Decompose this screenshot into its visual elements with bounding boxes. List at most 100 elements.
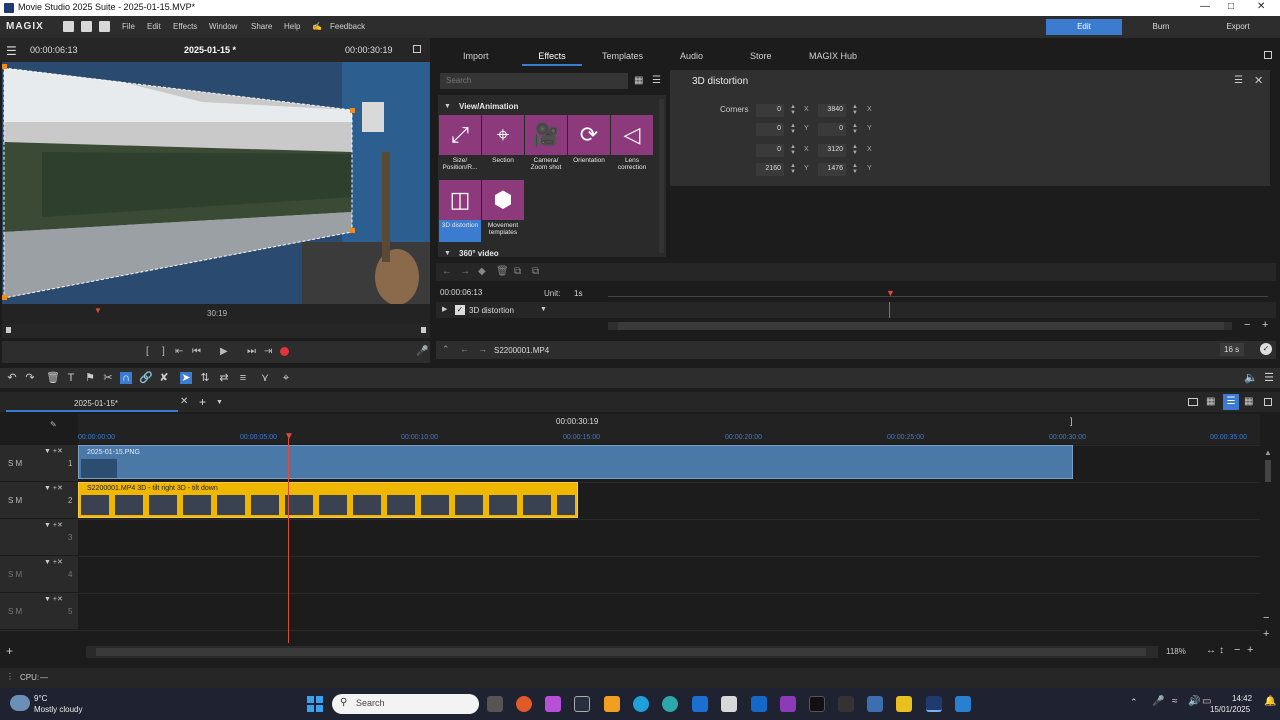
list-view-icon[interactable]: ☰: [652, 75, 661, 86]
effect-tile-3d-distortion[interactable]: ◫ 3D distortion: [439, 180, 481, 242]
undo-icon[interactable]: ↶: [6, 372, 18, 384]
mode-export-button[interactable]: Export: [1200, 19, 1276, 35]
tray-chevron-icon[interactable]: ⌃: [1130, 697, 1138, 708]
track-menu-icon[interactable]: ▼ +✕: [44, 595, 63, 603]
track-zoom-out-icon[interactable]: −: [1263, 612, 1269, 624]
save-icon[interactable]: [99, 21, 110, 32]
zoom-in-icon[interactable]: +: [1262, 319, 1268, 331]
scroll-thumb[interactable]: [618, 322, 1224, 330]
tab-templates[interactable]: Templates: [602, 51, 643, 61]
fullscreen-icon[interactable]: [413, 45, 421, 53]
spin-icon[interactable]: ▲ ▼: [852, 123, 860, 136]
category-label-360[interactable]: 360° video: [459, 249, 499, 258]
magnet-icon[interactable]: ∩: [120, 372, 132, 384]
effects-scrollbar[interactable]: [659, 99, 664, 253]
scroll-thumb[interactable]: [96, 648, 1146, 656]
spin-icon[interactable]: ▲ ▼: [790, 144, 798, 157]
effect-tile-section[interactable]: ⌖ Section: [482, 115, 524, 177]
expand-icon[interactable]: ▶: [442, 305, 447, 313]
unlink-icon[interactable]: ✘: [158, 372, 170, 384]
scroll-end-handle[interactable]: [421, 327, 426, 333]
effect-tile-camera-zoom[interactable]: 🎥 Camera/ Zoom shot: [525, 115, 567, 177]
fit-zoom-icon[interactable]: ↔: [1206, 645, 1216, 656]
spin-icon[interactable]: ▲ ▼: [852, 144, 860, 157]
solo-mute-labels[interactable]: S M: [8, 570, 22, 579]
tab-import[interactable]: Import: [463, 51, 489, 61]
pointer-icon[interactable]: ➤: [180, 372, 192, 384]
track-zoom-in-icon[interactable]: +: [1263, 628, 1269, 640]
effect-tile-size-position[interactable]: ⤢ Size/ Position/R...: [439, 115, 481, 177]
tab-audio[interactable]: Audio: [680, 51, 703, 61]
track-menu-icon[interactable]: ▼ +✕: [44, 521, 63, 529]
menu-effects[interactable]: Effects: [173, 22, 197, 31]
taskbar-search-input[interactable]: Search: [332, 694, 479, 714]
trim-icon[interactable]: ≡: [237, 372, 249, 384]
go-end-icon[interactable]: ⇥: [264, 346, 272, 357]
task-view-icon[interactable]: [487, 696, 503, 712]
prev-marker-icon[interactable]: ⏮: [192, 346, 201, 357]
dropdown-icon[interactable]: ▼: [540, 306, 547, 313]
effects-search-input[interactable]: Search: [440, 73, 628, 89]
spin-icon[interactable]: ▲ ▼: [852, 163, 860, 176]
menu-file[interactable]: File: [122, 22, 135, 31]
play-icon[interactable]: ▶: [220, 346, 228, 357]
tab-dropdown-icon[interactable]: ▼: [216, 399, 223, 406]
corner-1-y-field[interactable]: 0: [756, 123, 784, 136]
corner-3-y-field[interactable]: 2160: [756, 163, 784, 176]
feedback-icon[interactable]: ✍: [312, 22, 322, 31]
track-header-5[interactable]: S M ▼ +✕ 5: [0, 593, 78, 629]
notification-icon[interactable]: 🔔: [1264, 696, 1276, 707]
mark-out-button[interactable]: ]: [162, 346, 165, 357]
playhead-marker-icon[interactable]: ▼: [94, 306, 102, 315]
effect-tile-orientation[interactable]: ⟳ Orientation: [568, 115, 610, 177]
clock-date[interactable]: 15/01/2025: [1210, 705, 1250, 714]
preview-scrollbar[interactable]: [2, 324, 430, 338]
vertical-scrollbar[interactable]: [1265, 460, 1271, 482]
scroll-start-handle[interactable]: [6, 327, 11, 333]
timeline-maximize-icon[interactable]: [1264, 398, 1272, 406]
mail-icon[interactable]: [751, 696, 767, 712]
paste-keyframe-icon[interactable]: ⧉: [532, 266, 539, 277]
mixer-icon[interactable]: ☰: [1263, 372, 1275, 384]
wifi-icon[interactable]: ≈: [1172, 696, 1178, 707]
hamburger-icon[interactable]: ☰: [6, 44, 17, 58]
solo-mute-labels[interactable]: S M: [8, 459, 22, 468]
timeline-zoom-out-icon[interactable]: −: [1234, 644, 1240, 656]
keyframe-scrollbar[interactable]: [608, 320, 1232, 332]
corner-2-y-field[interactable]: 0: [818, 123, 846, 136]
zoom-tool-icon[interactable]: ✎: [50, 420, 57, 429]
mark-in-button[interactable]: [: [146, 346, 149, 357]
close-icon[interactable]: ✕: [1257, 1, 1265, 12]
solo-mute-labels[interactable]: S M: [8, 607, 22, 616]
next-marker-icon[interactable]: ⏭: [247, 346, 256, 357]
category-label[interactable]: View/Animation: [459, 102, 518, 111]
corner-3-x-field[interactable]: 0: [756, 144, 784, 157]
keyframe-ruler[interactable]: [608, 296, 1268, 297]
track-menu-icon[interactable]: ▼ +✕: [44, 447, 63, 455]
spin-icon[interactable]: ▲ ▼: [790, 123, 798, 136]
scene-overview-icon[interactable]: ▦: [1206, 396, 1215, 407]
menu-edit[interactable]: Edit: [147, 22, 161, 31]
menu-share[interactable]: Share: [251, 22, 272, 31]
weather-temp[interactable]: 9°C: [34, 694, 47, 703]
keyframe-playhead-icon[interactable]: ▼: [886, 288, 895, 298]
outlook-icon[interactable]: [692, 696, 708, 712]
record-icon[interactable]: [280, 347, 289, 356]
corner-2-x-field[interactable]: 3840: [818, 104, 846, 117]
capcut-icon[interactable]: [838, 696, 854, 712]
movie-studio-taskbar-icon[interactable]: [926, 696, 942, 712]
tab-effects[interactable]: Effects: [522, 51, 582, 66]
delete-icon[interactable]: 🗑: [46, 372, 60, 384]
calculator-icon[interactable]: [867, 696, 883, 712]
storyboard-icon[interactable]: [1188, 398, 1198, 406]
menu-icon[interactable]: ☰: [1234, 75, 1243, 86]
zoom-level[interactable]: 118%: [1166, 647, 1186, 656]
menu-window[interactable]: Window: [209, 22, 237, 31]
multicam-icon[interactable]: ▦: [1244, 396, 1253, 407]
corner-1-x-field[interactable]: 0: [756, 104, 784, 117]
chatgpt-icon[interactable]: [574, 696, 590, 712]
collapse-icon[interactable]: ▼: [444, 103, 451, 110]
ripple-icon[interactable]: ⇅: [199, 372, 211, 384]
volume-icon[interactable]: 🔈: [1244, 372, 1258, 384]
track-header-3[interactable]: ▼ +✕ 3: [0, 519, 78, 555]
